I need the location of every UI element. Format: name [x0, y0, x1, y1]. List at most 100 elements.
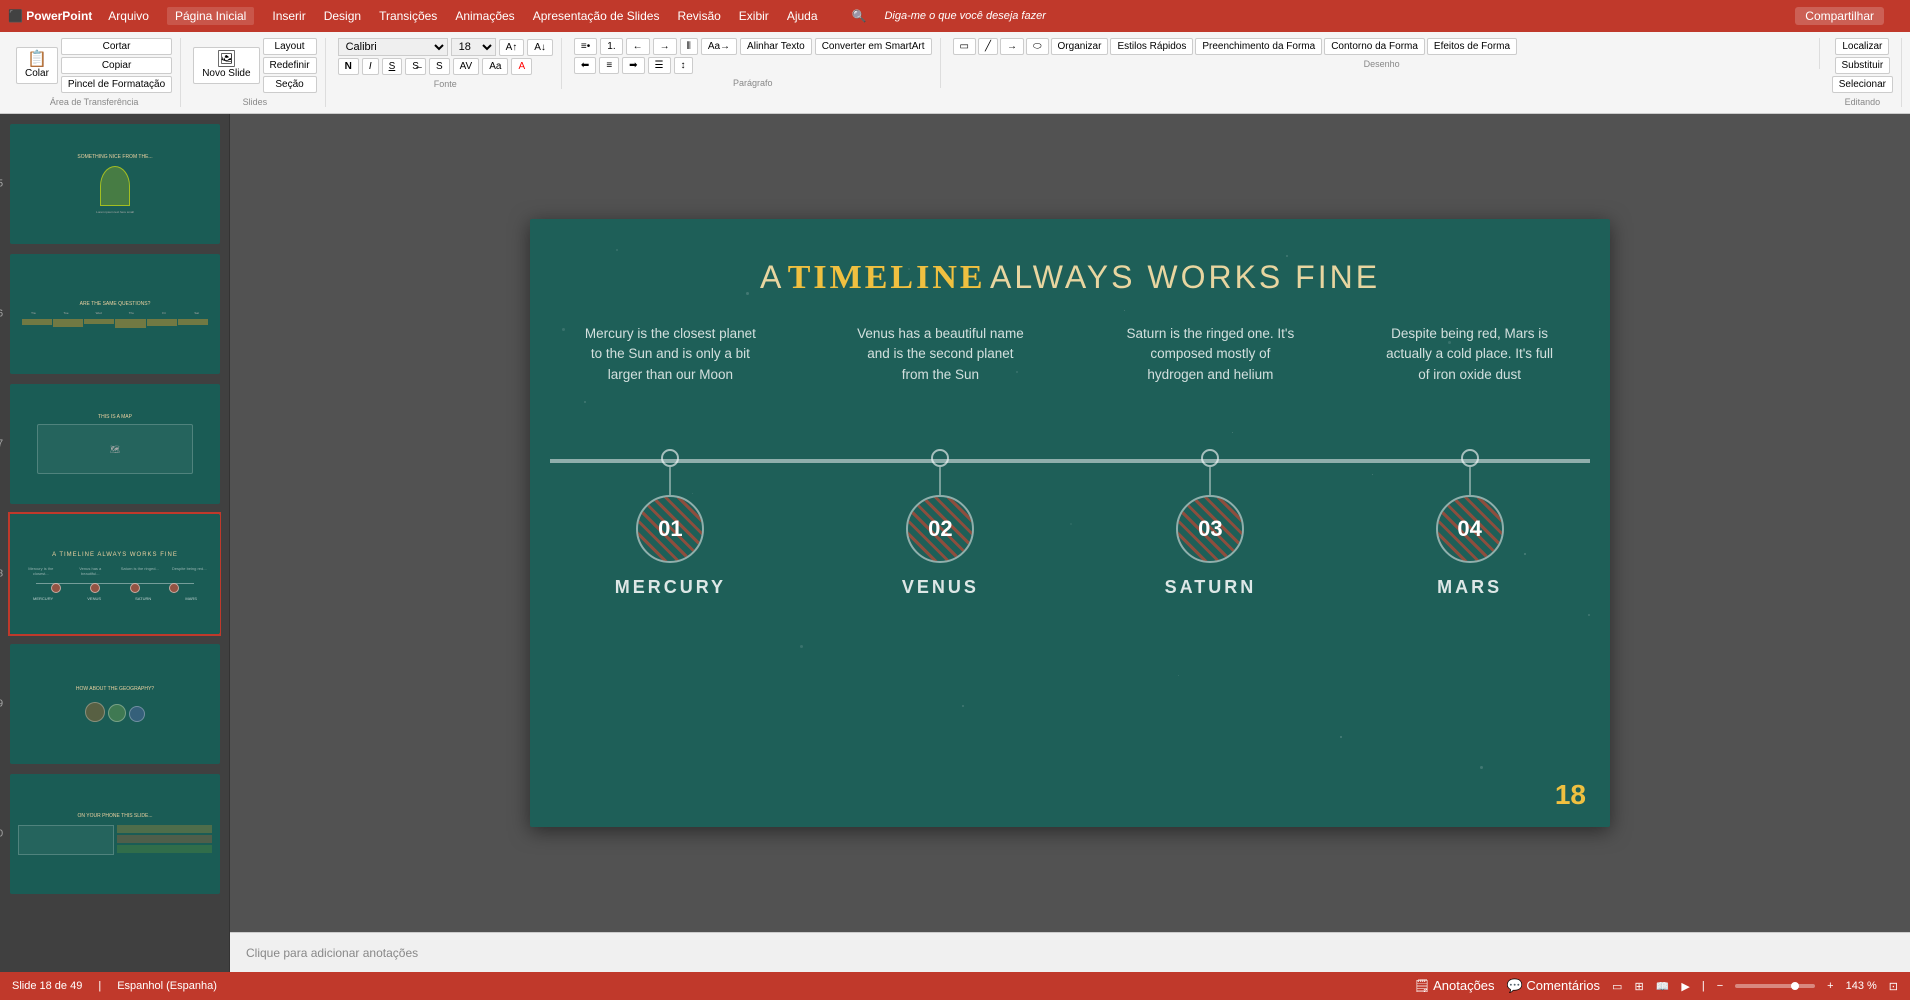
saturn-stem: [1209, 467, 1211, 495]
thumb-node-1: [51, 583, 61, 593]
smartart-button[interactable]: Converter em SmartArt: [815, 38, 932, 55]
comments-button[interactable]: 💬 Comentários: [1507, 978, 1601, 994]
slide-thumb-20[interactable]: 20 ON YOUR PHONE THIS SLIDE...: [8, 772, 221, 896]
slide-canvas[interactable]: A TIMELINE ALWAYS WORKS FINE Mercury is …: [530, 219, 1610, 827]
ribbon-search[interactable]: Diga-me o que você deseja fazer: [884, 10, 1045, 22]
font-grow-button[interactable]: A↑: [499, 39, 525, 56]
section-button[interactable]: Seção: [263, 76, 317, 93]
font-size-select[interactable]: 18121424: [451, 38, 496, 56]
venus-name: VENUS: [902, 577, 979, 598]
view-presentation-button[interactable]: ▶: [1681, 980, 1689, 993]
view-reading-button[interactable]: 📖: [1656, 980, 1670, 993]
shape-effects-button[interactable]: Efeitos de Forma: [1427, 38, 1517, 55]
arrange-button[interactable]: Organizar: [1051, 38, 1109, 55]
mercury-number: 01: [658, 516, 682, 542]
decrease-indent-button[interactable]: ←: [626, 38, 650, 55]
shape-oval-button[interactable]: ⬭: [1026, 38, 1049, 55]
quick-styles-button[interactable]: Estilos Rápidos: [1110, 38, 1193, 55]
ribbon-group-paragraph: ≡• 1. ← → ⫴ Aa→ Alinhar Texto Converter …: [566, 38, 941, 88]
menu-ajuda[interactable]: Ajuda: [787, 9, 818, 23]
thumb-label-mars: MARS: [185, 596, 197, 601]
text-direction-button[interactable]: Aa→: [701, 38, 737, 55]
canvas-area: A TIMELINE ALWAYS WORKS FINE Mercury is …: [230, 114, 1910, 972]
shadow-button[interactable]: S: [429, 58, 450, 75]
title-timeline: TIMELINE: [788, 259, 986, 296]
slide-thumb-17[interactable]: 17 THIS IS A MAP 🗺: [8, 382, 221, 506]
ribbon-group-slides: 🖼 Novo Slide Layout Redefinir Seção Slid…: [185, 38, 325, 107]
new-slide-button[interactable]: 🖼 Novo Slide: [193, 47, 259, 84]
slide-thumb-18[interactable]: 18 A TIMELINE ALWAYS WORKS FINE Mercury …: [8, 512, 221, 636]
menu-arquivo[interactable]: Arquivo: [108, 9, 149, 23]
notes-bar[interactable]: Clique para adicionar anotações: [230, 932, 1910, 972]
menu-pagina-inicial[interactable]: Página Inicial: [167, 7, 254, 25]
menu-transicoes[interactable]: Transições: [379, 9, 437, 23]
paste-button[interactable]: 📋 Colar: [16, 47, 58, 84]
venus-main-circle: 02: [906, 495, 974, 563]
zoom-out-button[interactable]: −: [1717, 980, 1723, 992]
font-case-button[interactable]: Aa: [482, 58, 508, 75]
slide-number-17: 17: [0, 439, 3, 450]
slide-thumb-19[interactable]: 19 HOW ABOUT THE GEOGRAPHY?: [8, 642, 221, 766]
justify-button[interactable]: ☰: [648, 57, 671, 74]
align-right-button[interactable]: ➡: [622, 57, 644, 74]
replace-button[interactable]: Substituir: [1835, 57, 1891, 74]
mercury-stem: [669, 467, 671, 495]
copy-button[interactable]: Copiar: [61, 57, 172, 74]
venus-top-circle: [931, 449, 949, 467]
menu-exibir[interactable]: Exibir: [739, 9, 769, 23]
font-family-select[interactable]: CalibriArialTimes New Roman: [338, 38, 448, 56]
shape-rect-button[interactable]: ▭: [953, 38, 976, 55]
align-text-button[interactable]: Alinhar Texto: [740, 38, 812, 55]
thumb-timeline-line: [36, 583, 194, 584]
format-painter-button[interactable]: Pincel de Formatação: [61, 76, 172, 93]
shape-arrow-button[interactable]: →: [1000, 38, 1024, 55]
shape-line-button[interactable]: ╱: [978, 38, 998, 55]
fit-slide-button[interactable]: ⊡: [1889, 980, 1898, 993]
mercury-name: MERCURY: [615, 577, 726, 598]
increase-indent-button[interactable]: →: [653, 38, 677, 55]
cut-button[interactable]: Cortar: [61, 38, 172, 55]
align-center-button[interactable]: ≡: [599, 57, 619, 74]
align-left-button[interactable]: ⬅: [574, 57, 596, 74]
ribbon-group-font: CalibriArialTimes New Roman 18121424 A↑ …: [330, 38, 562, 89]
mars-main-circle: 04: [1436, 495, 1504, 563]
view-sorter-button[interactable]: ⊞: [1634, 980, 1643, 993]
slide-thumb-16[interactable]: 16 ARE THE SAME QUESTIONS? Tra Tue Wed T…: [8, 252, 221, 376]
slide-thumb-15[interactable]: 15 SOMETHING NICE FROM THE... Lorem ipsu…: [8, 122, 221, 246]
slide-panel[interactable]: 15 SOMETHING NICE FROM THE... Lorem ipsu…: [0, 114, 230, 972]
zoom-slider[interactable]: [1735, 984, 1815, 988]
view-normal-button[interactable]: ▭: [1612, 980, 1622, 993]
select-button[interactable]: Selecionar: [1832, 76, 1893, 93]
menu-inserir[interactable]: Inserir: [272, 9, 305, 23]
columns-button[interactable]: ⫴: [680, 38, 698, 55]
bullets-button[interactable]: ≡•: [574, 38, 597, 55]
strikethrough-button[interactable]: S̶: [405, 58, 426, 75]
ribbon-group-clipboard: 📋 Colar Cortar Copiar Pincel de Formataç…: [8, 38, 181, 107]
numbering-button[interactable]: 1.: [600, 38, 622, 55]
menu-apresentacao[interactable]: Apresentação de Slides: [533, 9, 660, 23]
menu-revisao[interactable]: Revisão: [677, 9, 720, 23]
notes-button[interactable]: 🗒 Anotações: [1414, 978, 1495, 994]
canvas-wrapper: A TIMELINE ALWAYS WORKS FINE Mercury is …: [230, 114, 1910, 932]
line-spacing-button[interactable]: ↕: [674, 57, 693, 74]
italic-button[interactable]: I: [362, 58, 379, 75]
find-button[interactable]: Localizar: [1835, 38, 1889, 55]
saturn-top-circle: [1201, 449, 1219, 467]
notes-placeholder[interactable]: Clique para adicionar anotações: [246, 946, 418, 960]
bold-button[interactable]: N: [338, 58, 359, 75]
char-spacing-button[interactable]: AV: [453, 58, 480, 75]
layout-button[interactable]: Layout: [263, 38, 317, 55]
shape-outline-button[interactable]: Contorno da Forma: [1324, 38, 1425, 55]
reset-button[interactable]: Redefinir: [263, 57, 317, 74]
font-shrink-button[interactable]: A↓: [527, 39, 553, 56]
font-color-button[interactable]: A: [511, 58, 532, 75]
share-button[interactable]: Compartilhar: [1795, 7, 1884, 25]
mars-name: MARS: [1437, 577, 1502, 598]
shape-fill-button[interactable]: Preenchimento da Forma: [1195, 38, 1322, 55]
menu-animacoes[interactable]: Animações: [455, 9, 514, 23]
clipboard-group-label: Área de Transferência: [16, 97, 172, 107]
menu-design[interactable]: Design: [324, 9, 361, 23]
mercury-description: Mercury is the closest planet to the Sun…: [580, 324, 760, 385]
zoom-in-button[interactable]: +: [1827, 980, 1833, 992]
underline-button[interactable]: S: [382, 58, 403, 75]
